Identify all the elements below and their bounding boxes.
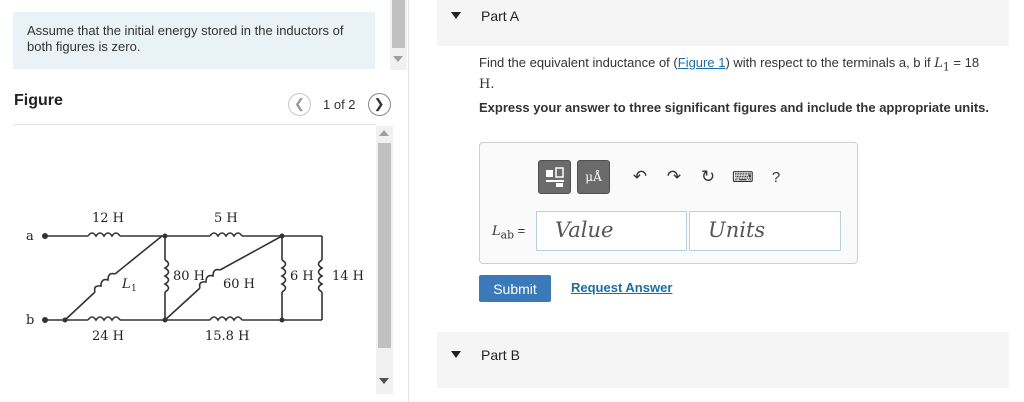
- part-a-label: Part A: [481, 8, 520, 24]
- value-input[interactable]: Value: [536, 211, 687, 251]
- keyboard-icon[interactable]: ⌨: [732, 168, 754, 186]
- chevron-left-icon: ❮: [294, 96, 305, 111]
- circuit-diagram: a b 12 H 5 H L 1 80 H 60 H 6 H 14 H 24 H…: [26, 211, 364, 344]
- inductor-14h-label: 14 H: [332, 269, 364, 284]
- terminal-b-label: b: [26, 313, 34, 328]
- figure-pager: ❮ 1 of 2 ❯: [288, 92, 391, 116]
- l1-symbol: L: [934, 56, 943, 71]
- question-middle: ) with respect to the terminals a, b if: [725, 55, 935, 70]
- part-b-header[interactable]: Part B: [437, 332, 1009, 388]
- part-a-header[interactable]: Part A: [437, 0, 1009, 46]
- scroll-down-arrow-icon[interactable]: [379, 378, 389, 384]
- scroll-down-arrow-icon[interactable]: [393, 56, 403, 62]
- scroll-up-arrow-icon[interactable]: [379, 130, 389, 136]
- top-scrollbar-thumb[interactable]: [392, 0, 405, 48]
- pager-text: 1 of 2: [323, 96, 356, 112]
- question-prefix: Find the equivalent inductance of (: [479, 55, 678, 70]
- figure-scrollbar-thumb[interactable]: [378, 143, 391, 348]
- question-value: = 18: [949, 55, 980, 70]
- templates-icon: [545, 167, 564, 187]
- answer-label-equals: =: [514, 223, 526, 238]
- next-figure-button[interactable]: ❯: [367, 92, 391, 116]
- inductor-l1-label: L: [121, 277, 131, 292]
- templates-button[interactable]: [538, 160, 571, 194]
- terminal-a-label: a: [26, 229, 34, 244]
- figure-title: Figure: [14, 92, 63, 109]
- request-answer-link[interactable]: Request Answer: [571, 280, 672, 295]
- redo-icon[interactable]: ↷: [664, 167, 684, 187]
- info-note-text: Assume that the initial energy stored in…: [27, 23, 344, 54]
- answer-label: Lab =: [492, 223, 525, 242]
- top-scrollbar[interactable]: [390, 0, 407, 70]
- answer-label-symbol: L: [492, 224, 501, 239]
- chevron-right-icon: ❯: [373, 96, 385, 111]
- figure-scrollbar[interactable]: [376, 126, 393, 394]
- answer-box: μÅ ↶ ↷ ↻ ⌨ ? Lab = Value Units: [479, 142, 858, 264]
- instruction-text: Express your answer to three significant…: [479, 100, 989, 115]
- inductor-80h-label: 80 H: [173, 269, 205, 284]
- inductor-15-8h-label: 15.8 H: [205, 329, 249, 344]
- units-input[interactable]: Units: [689, 211, 841, 251]
- l1-subscript: 1: [942, 60, 950, 74]
- figure-divider: [13, 124, 376, 125]
- part-b-label: Part B: [481, 347, 520, 363]
- submit-button[interactable]: Submit: [479, 275, 551, 302]
- inductor-6h-label: 6 H: [290, 269, 314, 284]
- inductor-24h-label: 24 H: [92, 329, 124, 344]
- answer-label-subscript: ab: [500, 228, 515, 242]
- inductor-12h-label: 12 H: [92, 211, 124, 226]
- help-icon[interactable]: ?: [766, 169, 786, 186]
- inductor-l1-subscript: 1: [131, 284, 137, 294]
- inductor-60h-label: 60 H: [223, 277, 255, 292]
- inductor-5h-label: 5 H: [214, 211, 238, 226]
- panel-divider: [408, 0, 409, 402]
- collapse-triangle-icon[interactable]: [451, 351, 461, 358]
- units-icon: μÅ: [585, 170, 602, 184]
- figure-link[interactable]: Figure 1: [678, 55, 726, 70]
- units-button[interactable]: μÅ: [577, 160, 610, 194]
- answer-toolbar: μÅ ↶ ↷ ↻ ⌨ ?: [538, 160, 786, 194]
- info-note: Assume that the initial energy stored in…: [13, 12, 375, 69]
- collapse-triangle-icon[interactable]: [451, 12, 461, 19]
- question-unit: H.: [479, 76, 495, 92]
- undo-icon[interactable]: ↶: [630, 167, 650, 187]
- prev-figure-button[interactable]: ❮: [288, 92, 311, 116]
- question-text: Find the equivalent inductance of (Figur…: [479, 55, 1009, 93]
- reset-icon[interactable]: ↻: [698, 167, 718, 187]
